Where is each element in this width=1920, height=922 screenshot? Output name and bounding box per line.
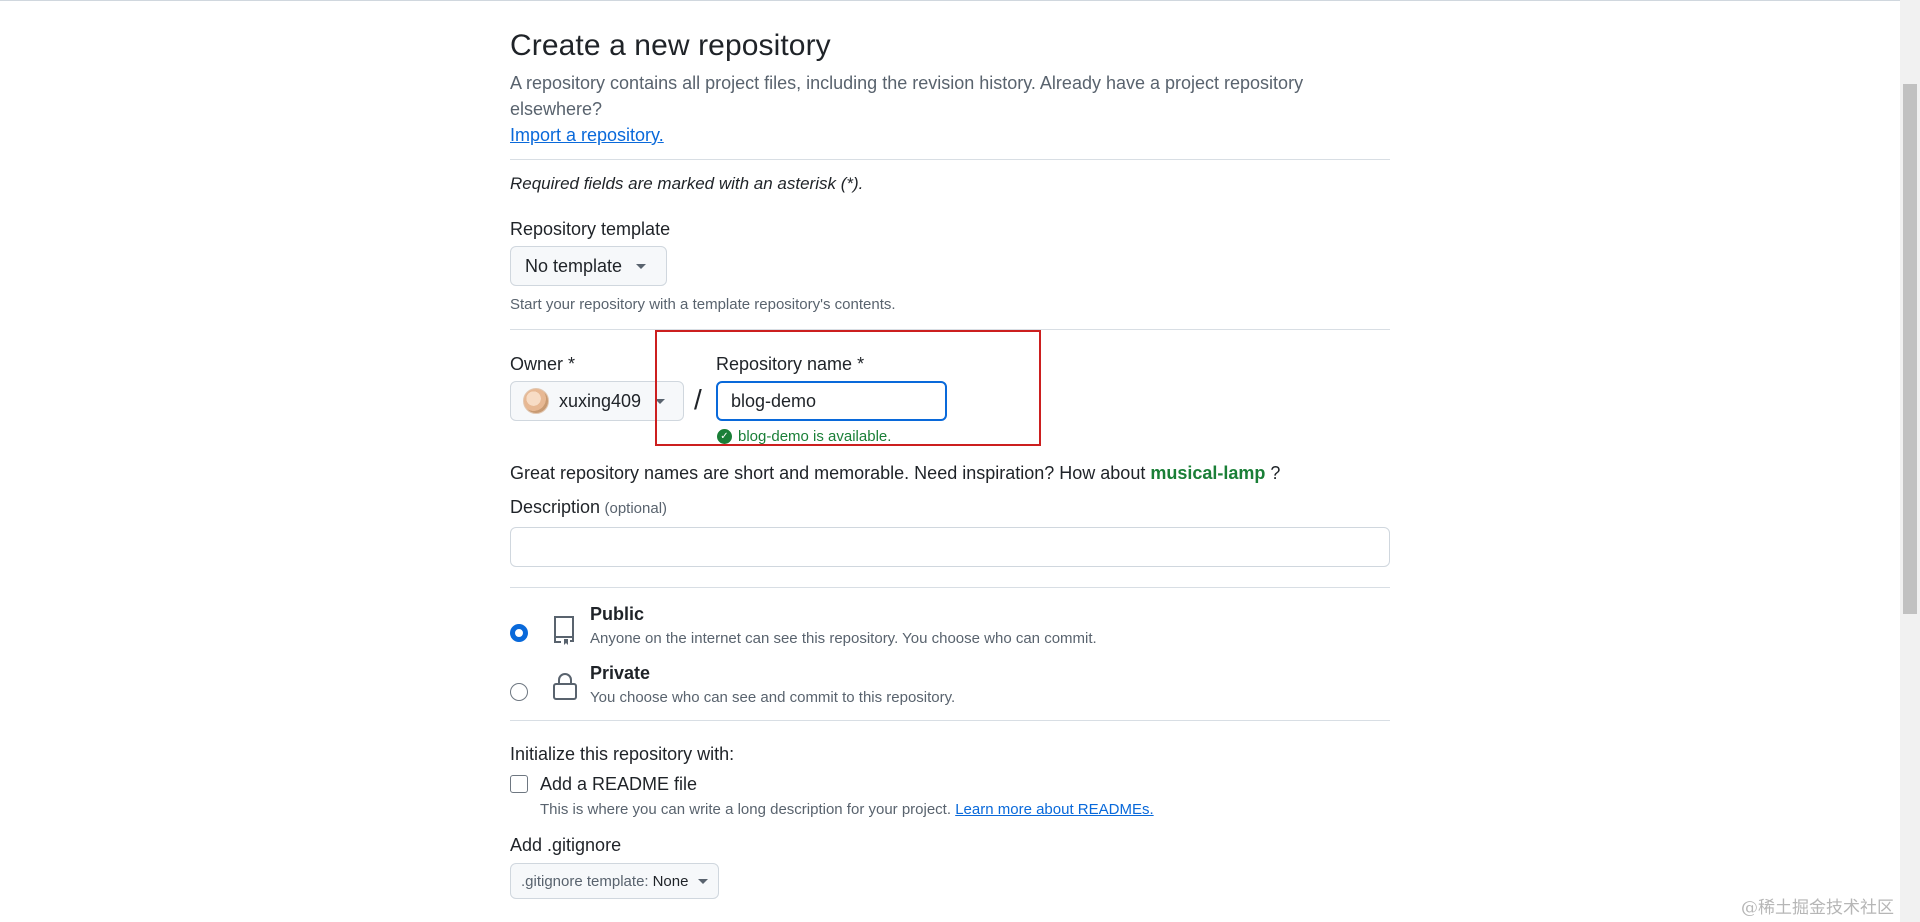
description-label: Description <box>510 497 601 517</box>
repo-icon <box>554 616 574 645</box>
top-border <box>0 0 1900 1</box>
lock-icon <box>553 673 577 700</box>
template-dropdown-label: No template <box>525 255 623 276</box>
suggestion-suffix: ? <box>1270 463 1281 483</box>
readme-checkbox[interactable] <box>510 775 528 793</box>
private-label: Private <box>590 663 651 683</box>
watermark: @稀土掘金技术社区 <box>1741 898 1894 918</box>
intro-text: A repository contains all project files,… <box>510 73 1304 119</box>
suggestion-text: Great repository names are short and mem… <box>510 463 1146 483</box>
triangle-down-icon <box>636 263 647 269</box>
description-optional: (optional) <box>604 500 668 517</box>
gitignore-prefix: .gitignore template: <box>521 872 649 890</box>
name-suggestion: Great repository names are short and mem… <box>510 461 1390 485</box>
highlight-box <box>655 330 1041 446</box>
public-radio[interactable] <box>510 624 528 642</box>
readme-option: Add a README file This is where you can … <box>510 772 1390 832</box>
page-intro: A repository contains all project files,… <box>510 70 1390 148</box>
readme-desc: This is where you can write a long descr… <box>540 801 952 818</box>
avatar <box>523 388 549 414</box>
owner-value: xuxing409 <box>559 390 642 411</box>
visibility-options: Public Anyone on the internet can see th… <box>510 588 1390 720</box>
private-desc: You choose who can see and commit to thi… <box>590 689 956 706</box>
public-label: Public <box>590 604 645 624</box>
visibility-private[interactable]: Private You choose who can see and commi… <box>510 659 1390 707</box>
template-note: Start your repository with a template re… <box>510 296 896 313</box>
readme-desc-row: This is where you can write a long descr… <box>540 800 1154 820</box>
description-label-row: Description (optional) <box>510 495 1390 521</box>
readme-learn-more-link[interactable]: Learn more about READMEs. <box>955 801 1153 818</box>
import-repository-link[interactable]: Import a repository. <box>510 125 664 145</box>
triangle-down-icon <box>698 878 709 884</box>
template-label: Repository template <box>510 219 671 239</box>
template-dropdown[interactable]: No template <box>510 246 667 286</box>
description-input[interactable] <box>510 527 1390 567</box>
owner-label: Owner * <box>510 354 576 374</box>
required-note: Required fields are marked with an aster… <box>510 174 864 193</box>
gitignore-heading: Add .gitignore <box>510 835 622 855</box>
divider <box>510 159 1390 160</box>
private-radio[interactable] <box>510 683 528 701</box>
init-heading: Initialize this repository with: <box>510 744 735 764</box>
scrollbar[interactable] <box>1900 0 1920 922</box>
gitignore-value: None <box>652 872 689 890</box>
scrollbar-thumb[interactable] <box>1903 84 1917 614</box>
visibility-public[interactable]: Public Anyone on the internet can see th… <box>510 600 1390 648</box>
page-title: Create a new repository <box>510 29 831 62</box>
suggested-name[interactable]: musical-lamp <box>1150 463 1265 483</box>
readme-label[interactable]: Add a README file <box>540 772 697 796</box>
public-desc: Anyone on the internet can see this repo… <box>590 630 1097 647</box>
divider <box>510 720 1390 721</box>
gitignore-dropdown[interactable]: .gitignore template: None <box>510 863 720 899</box>
new-repo-form: Create a new repository A repository con… <box>510 24 1390 899</box>
page: Create a new repository A repository con… <box>0 0 1920 922</box>
